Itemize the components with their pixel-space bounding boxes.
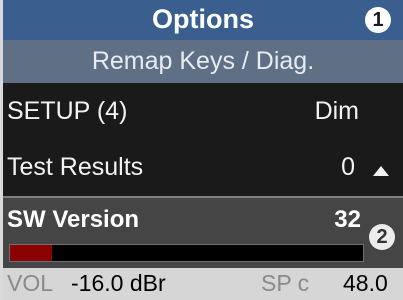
options-screen: Options 1 Remap Keys / Diag. SETUP (4) D… <box>0 0 403 300</box>
test-results-row[interactable]: Test Results 0 <box>3 139 403 195</box>
vol-label: VOL <box>7 270 54 296</box>
sp-label: SP c <box>261 270 310 296</box>
setup-label: SETUP (4) <box>7 97 128 125</box>
vol-value: -16.0 dBr <box>71 270 166 296</box>
options-header: Options 1 <box>3 0 403 40</box>
remap-keys-diag-item[interactable]: Remap Keys / Diag. <box>3 40 403 83</box>
sw-version-label: SW Version <box>7 206 140 233</box>
status-footer: VOL -16.0 dBr SP c 48.0 <box>3 268 403 300</box>
test-results-label: Test Results <box>7 153 144 181</box>
scroll-up-arrow-icon[interactable] <box>373 166 389 176</box>
sw-version-value: 32 <box>334 206 361 233</box>
setup-value: Dim <box>314 97 359 125</box>
remap-keys-diag-label: Remap Keys / Diag. <box>91 47 315 75</box>
step-2-badge: 2 <box>369 224 395 250</box>
step-1-badge: 1 <box>365 7 391 33</box>
sw-version-row[interactable]: SW Version 32 2 <box>3 196 403 268</box>
sp-value: 48.0 <box>343 270 388 296</box>
options-title: Options <box>152 4 254 34</box>
setup-row[interactable]: SETUP (4) Dim <box>3 83 403 139</box>
sw-progress-fill <box>10 245 53 261</box>
test-results-value: 0 <box>341 153 355 181</box>
sw-progress-bar <box>9 244 364 262</box>
